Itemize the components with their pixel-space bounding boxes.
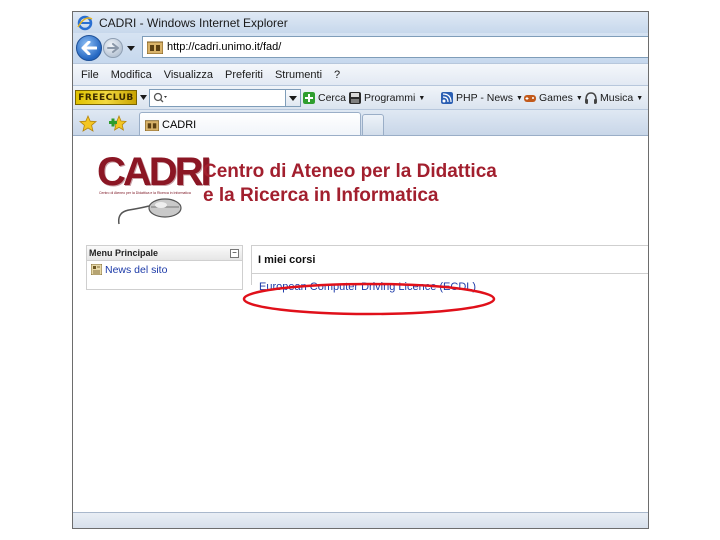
sidebar-item-news[interactable]: News del sito [87, 261, 242, 278]
address-field[interactable]: http://cadri.unimo.it/fad/ [142, 36, 648, 58]
toolbar-games-button[interactable]: Games ▼ [524, 90, 583, 106]
site-favicon-icon [145, 120, 159, 131]
internet-explorer-icon [77, 15, 93, 31]
favorites-star-icon[interactable] [79, 115, 97, 132]
tab-cadri[interactable]: CADRI [139, 112, 361, 137]
chevron-down-icon: ▼ [636, 94, 644, 102]
chevron-down-icon: ▼ [575, 94, 583, 102]
page-content: CADRI Centro di Ateneo per la Didattica … [73, 136, 648, 528]
toolbar-programmi-button[interactable]: Programmi ▼ [349, 90, 425, 106]
banner-headline-line2: e la Ricerca in Informatica [203, 185, 439, 206]
browser-window: CADRI - Windows Internet Explorer http:/… [72, 11, 649, 529]
gamepad-icon [524, 95, 536, 102]
toolbar-php-news-label: PHP - News [456, 92, 513, 104]
forward-button[interactable] [103, 38, 123, 58]
add-to-favorites-icon[interactable] [109, 115, 129, 132]
computer-mouse-icon [117, 198, 182, 225]
sidebar-item-news-label[interactable]: News del sito [105, 264, 167, 276]
main-menu-block: Menu Principale − News del sito [86, 245, 243, 290]
highlight-ellipse [242, 282, 496, 316]
menu-bar: File Modifica Visualizza Preferiti Strum… [73, 63, 648, 85]
floppy-disk-icon [349, 92, 361, 104]
my-courses-header: I miei corsi [252, 246, 648, 274]
news-feed-icon [441, 92, 453, 104]
toolbar-brand-logo[interactable]: FREECLUB [75, 90, 137, 105]
main-menu-header: Menu Principale − [87, 246, 242, 261]
headphones-icon [585, 92, 597, 104]
chevron-down-icon: ▼ [418, 94, 426, 102]
status-bar [73, 512, 648, 528]
search-icon [153, 92, 167, 103]
cadri-logo: CADRI [97, 150, 212, 194]
recent-pages-dropdown-icon[interactable] [126, 43, 136, 53]
my-courses-title: I miei corsi [258, 253, 316, 266]
toolbar-musica-label: Musica [600, 92, 634, 104]
menu-preferiti[interactable]: Preferiti [225, 69, 263, 81]
toolbar-php-news-button[interactable]: PHP - News ▼ [441, 90, 523, 106]
arrow-right-icon [107, 43, 119, 53]
news-icon [91, 264, 102, 275]
toolbar-search-input[interactable] [149, 89, 299, 107]
menu-strumenti[interactable]: Strumenti [275, 69, 322, 81]
menu-help[interactable]: ? [334, 69, 340, 81]
tab-bar: CADRI [73, 109, 648, 137]
banner-headline-line1: Centro di Ateneo per la Didattica [203, 161, 497, 182]
new-tab-button[interactable] [362, 114, 384, 136]
menu-file[interactable]: File [81, 69, 99, 81]
title-bar: CADRI - Windows Internet Explorer [73, 12, 648, 33]
brand-dropdown-icon[interactable] [140, 95, 147, 100]
toolbar-cerca-button[interactable]: Cerca [303, 90, 346, 106]
my-courses-block: I miei corsi European Computer Driving L… [251, 245, 648, 293]
window-title: CADRI - Windows Internet Explorer [99, 15, 288, 30]
site-favicon-icon [147, 41, 163, 54]
toolbar-musica-button[interactable]: Musica ▼ [585, 90, 643, 106]
chevron-down-icon [289, 95, 297, 101]
plus-icon [303, 92, 315, 104]
collapse-icon[interactable]: − [230, 249, 239, 258]
links-toolbar: FREECLUB Cerca Programmi ▼ PHP - News ▼ … [73, 85, 648, 109]
banner-headline: Centro di Ateneo per la Didattica e la R… [203, 160, 497, 208]
chevron-down-icon: ▼ [516, 94, 523, 102]
toolbar-programmi-label: Programmi [364, 92, 416, 104]
toolbar-games-label: Games [539, 92, 573, 104]
main-menu-title: Menu Principale [89, 248, 159, 258]
address-url: http://cadri.unimo.it/fad/ [167, 41, 282, 53]
toolbar-cerca-label: Cerca [318, 92, 347, 104]
back-button[interactable] [76, 35, 102, 61]
site-banner: CADRI Centro di Ateneo per la Didattica … [95, 150, 571, 226]
search-dropdown-button[interactable] [285, 89, 301, 107]
menu-modifica[interactable]: Modifica [111, 69, 152, 81]
tab-label: CADRI [162, 119, 197, 131]
arrow-left-icon [81, 41, 97, 55]
menu-visualizza[interactable]: Visualizza [164, 69, 213, 81]
